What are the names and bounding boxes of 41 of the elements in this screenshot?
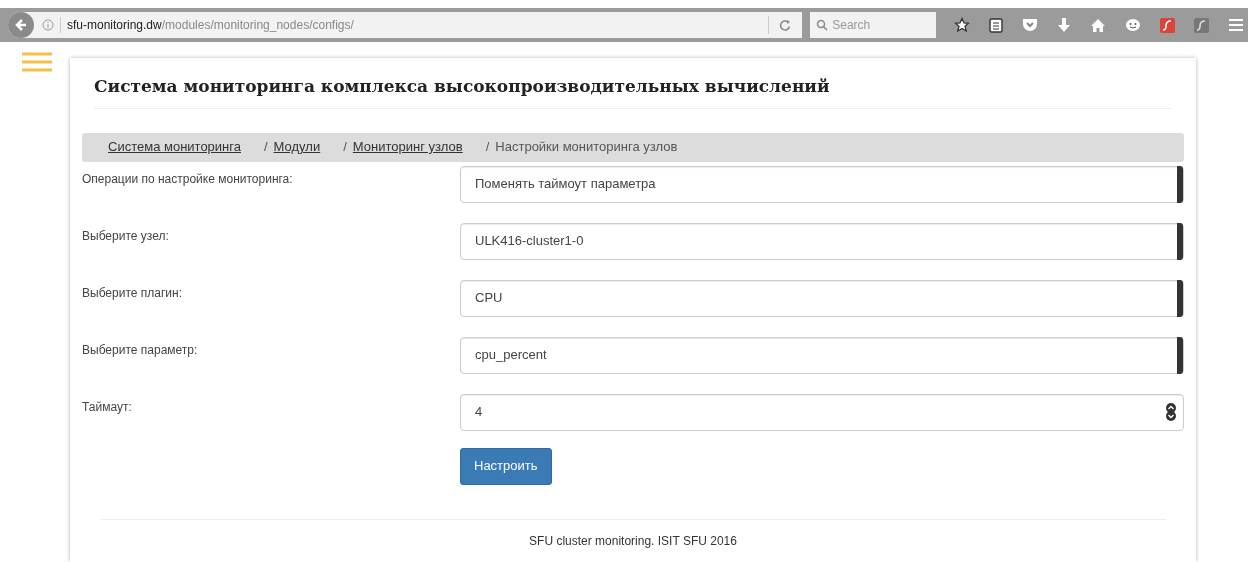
download-icon[interactable] — [1057, 17, 1071, 33]
footer-text: SFU cluster monitoring. ISIT SFU 2016 — [529, 532, 737, 550]
back-arrow-icon — [14, 18, 28, 32]
reload-icon[interactable] — [779, 18, 793, 32]
flash-icon[interactable] — [1160, 17, 1175, 33]
breadcrumb-link[interactable]: Система мониторинга — [108, 137, 241, 157]
back-button[interactable] — [8, 12, 34, 38]
url-bar[interactable]: sfu-monitoring.dw/modules/monitoring_nodes/configs/ — [8, 12, 803, 38]
search-placeholder: Search — [832, 17, 871, 34]
breadcrumb-separator: / — [264, 138, 268, 157]
dropdown-handle[interactable] — [1177, 336, 1183, 374]
flash-icon[interactable] — [1194, 17, 1209, 33]
select-field[interactable]: ULK416-cluster1-0 — [460, 222, 1184, 260]
field-label: Таймаут: — [82, 398, 133, 416]
home-icon[interactable] — [1090, 17, 1106, 33]
breadcrumb-link[interactable]: Модули — [273, 137, 321, 157]
spinner-icon[interactable] — [1165, 403, 1177, 421]
field-label: Выберите параметр: — [82, 341, 199, 359]
field-label: Выберите узел: — [82, 227, 170, 245]
breadcrumb-separator: / — [485, 138, 490, 157]
select-field[interactable]: Поменять таймоут параметра — [460, 165, 1184, 203]
dropdown-handle[interactable] — [1177, 165, 1183, 203]
search-icon — [816, 19, 829, 31]
pocket-icon[interactable] — [1022, 18, 1038, 32]
breadcrumb-link[interactable]: Мониторинг узлов — [352, 137, 463, 157]
url-text: sfu-monitoring.dw/modules/monitoring_nodes/configs/ — [67, 17, 354, 34]
breadcrumb-current: Настройки мониторинга узлов — [495, 138, 678, 157]
select-field[interactable]: CPU — [460, 279, 1184, 317]
page-title: Система мониторинга комплекса высокопроизводительных вычислений — [94, 75, 831, 98]
field-label: Выберите плагин: — [82, 284, 183, 302]
submit-button[interactable]: Настроить — [460, 447, 552, 485]
breadcrumb-separator: / — [343, 138, 347, 157]
field-label: Операции по настройке мониторинга: — [82, 170, 294, 188]
star-icon[interactable] — [954, 17, 970, 33]
number-field[interactable]: 4 — [460, 393, 1184, 431]
dropdown-handle[interactable] — [1177, 222, 1183, 260]
clipboard-icon[interactable] — [989, 17, 1003, 33]
dropdown-handle[interactable] — [1177, 279, 1183, 317]
smiley-icon[interactable] — [1125, 17, 1141, 33]
select-field[interactable]: cpu_percent — [460, 336, 1184, 374]
info-icon — [42, 19, 54, 31]
